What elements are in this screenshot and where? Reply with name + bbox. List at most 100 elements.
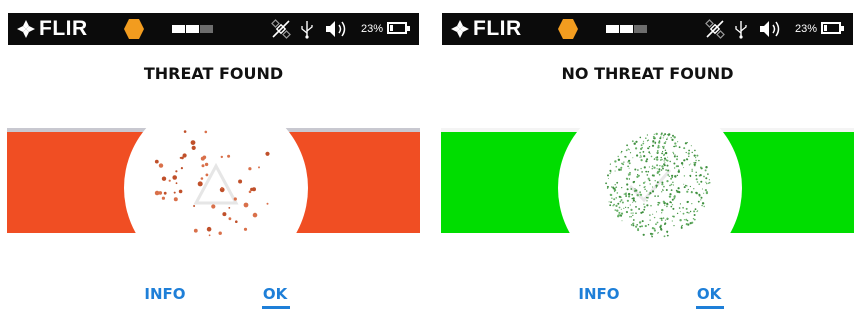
clear-particle (688, 149, 690, 152)
clear-particle (643, 155, 646, 158)
clear-particle (631, 197, 634, 200)
clear-particle (683, 175, 686, 177)
clear-particle (631, 140, 634, 143)
clear-particle (708, 181, 711, 184)
clear-particle (647, 170, 650, 173)
threat-particle (238, 179, 243, 184)
clear-particle (655, 184, 658, 187)
clear-particle (666, 234, 669, 237)
clear-particle (683, 219, 685, 221)
clear-particle (617, 215, 620, 218)
clear-particle (638, 208, 641, 210)
ok-button[interactable]: OK (690, 284, 728, 304)
clear-particle (705, 191, 709, 195)
clear-particle (705, 181, 707, 183)
ok-focus-underline (262, 306, 290, 309)
clear-particle (670, 205, 673, 208)
clear-particle (627, 165, 629, 168)
threat-particle (205, 173, 209, 177)
clear-particle (662, 134, 665, 137)
clear-particle (703, 192, 705, 194)
clear-particle (623, 161, 625, 163)
clear-particle (635, 147, 638, 150)
clear-particle (693, 214, 696, 216)
clear-particle (690, 163, 692, 165)
clear-particle (635, 212, 637, 214)
clear-particle (648, 179, 651, 182)
threat-particle (220, 155, 223, 159)
clear-particle (687, 188, 689, 191)
clear-particle (678, 207, 681, 209)
threat-particle (197, 181, 203, 187)
clear-particle (621, 150, 623, 153)
threat-particle (220, 186, 223, 189)
clear-particle (683, 186, 686, 189)
clear-particle (672, 181, 674, 183)
clear-particle (649, 219, 651, 221)
clear-particle (620, 214, 623, 217)
clear-particle (669, 160, 671, 163)
clear-particle (636, 194, 639, 197)
clear-particle (632, 201, 634, 203)
ok-button[interactable]: OK (256, 284, 294, 304)
clear-particle (663, 235, 666, 238)
clear-particle (632, 199, 635, 202)
clear-particle (664, 133, 667, 136)
clear-particle (703, 175, 705, 178)
clear-particle (693, 161, 695, 164)
clear-particle (676, 155, 678, 158)
clear-particle (657, 203, 660, 206)
clear-particle (640, 159, 643, 162)
clear-particle (662, 145, 663, 147)
clear-particle (664, 223, 666, 226)
clear-particle (613, 203, 615, 206)
clear-particle (662, 137, 664, 139)
clear-particle (647, 177, 650, 180)
clear-particle (632, 214, 634, 216)
clear-particle (660, 219, 663, 222)
threat-particle (173, 191, 176, 194)
clear-particle (671, 220, 673, 222)
clear-particle (658, 168, 661, 171)
threat-particle (252, 212, 258, 218)
clear-particle (656, 221, 659, 224)
threat-particle (172, 175, 177, 180)
clear-particle (626, 144, 628, 147)
clear-particle (620, 212, 624, 215)
clear-particle (649, 214, 651, 216)
clear-particle (614, 184, 616, 186)
clear-particle (632, 224, 635, 227)
info-button[interactable]: INFO (140, 284, 190, 304)
clear-particle (661, 183, 664, 186)
clear-particle (675, 189, 678, 192)
clear-particle (619, 200, 622, 203)
threat-particle (258, 166, 260, 169)
clear-particle (683, 159, 686, 162)
clear-particle (641, 220, 644, 223)
clear-particle (654, 195, 656, 197)
clear-particle (650, 155, 653, 158)
info-button[interactable]: INFO (574, 284, 624, 304)
clear-particle (675, 165, 678, 168)
clear-particle (626, 178, 628, 180)
threat-particle (168, 179, 171, 182)
clear-particle (627, 161, 629, 163)
clear-particle (641, 211, 644, 214)
clear-particle (685, 223, 688, 226)
clear-particle (642, 140, 645, 142)
clear-particle (615, 197, 617, 199)
clear-particle (653, 158, 656, 160)
clear-particle (656, 168, 658, 170)
threat-particle (233, 197, 237, 201)
clear-particle (651, 227, 654, 230)
clear-particle (673, 145, 676, 148)
clear-particle (704, 189, 707, 192)
clear-particle (635, 140, 638, 143)
clear-particle (655, 223, 657, 226)
clear-particle (627, 148, 629, 150)
screen-divider (427, 0, 434, 320)
clear-particle (626, 199, 629, 202)
clear-particle (620, 199, 622, 201)
clear-particle (647, 224, 650, 226)
clear-particle (662, 147, 665, 149)
